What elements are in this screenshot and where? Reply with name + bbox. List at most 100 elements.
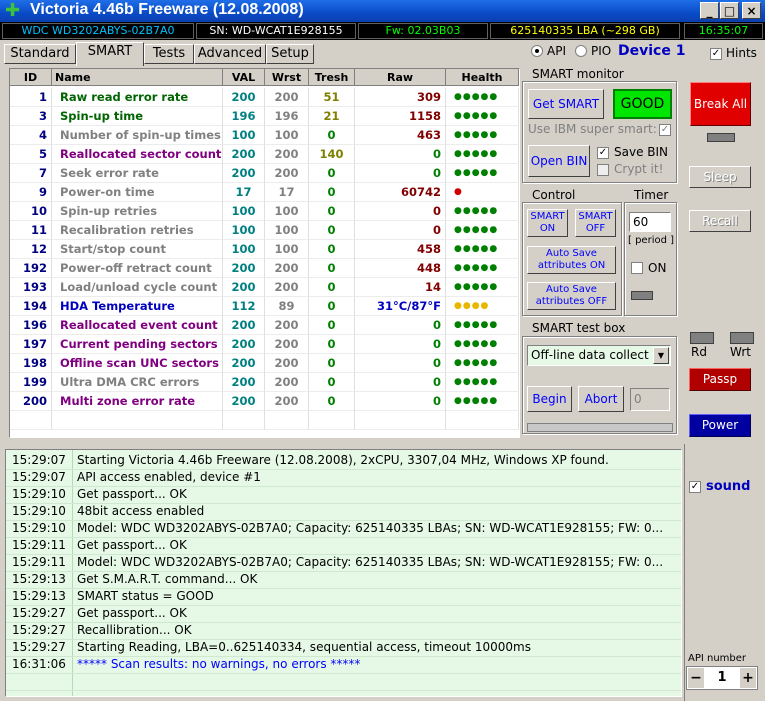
log-message: Get passport... OK: [77, 606, 187, 620]
table-row[interactable]: 199 Ultra DMA CRC errors 200 200 0 0 ●●●●●: [10, 373, 519, 392]
cell-wrst: 200: [265, 354, 309, 373]
close-button[interactable]: ×: [742, 2, 761, 19]
chevron-down-icon[interactable]: ▼: [653, 347, 669, 364]
table-row[interactable]: 1 Raw read error rate 200 200 51 309 ●●●●●: [10, 88, 519, 107]
begin-button[interactable]: Begin: [527, 386, 572, 412]
tab-smart[interactable]: SMART: [76, 42, 144, 66]
col-header-tresh[interactable]: Tresh: [309, 69, 355, 86]
cell-val: 100: [223, 202, 265, 221]
cell-id: 4: [10, 126, 52, 145]
drive-info-bar: WDC WD3202ABYS-02B7A0 SN: WD-WCAT1E92815…: [0, 22, 765, 40]
table-row[interactable]: 200 Multi zone error rate 200 200 0 0 ●●●●●: [10, 392, 519, 411]
log-message: SMART status = GOOD: [77, 589, 214, 603]
table-row[interactable]: 11 Recalibration retries 100 100 0 0 ●●●●●: [10, 221, 519, 240]
log-message: Get passport... OK: [77, 538, 187, 552]
cell-val: 100: [223, 126, 265, 145]
cell-id: 193: [10, 278, 52, 297]
cell-val: 196: [223, 107, 265, 126]
cell-health: ●●●●●: [446, 107, 519, 126]
tab-standard[interactable]: Standard: [4, 44, 76, 64]
table-row[interactable]: 5 Reallocated sector count 200 200 140 0 ●●●●●: [10, 145, 519, 164]
crypt-checkbox[interactable]: [597, 164, 609, 176]
table-row[interactable]: 3 Spin-up time 196 196 21 1158 ●●●●●: [10, 107, 519, 126]
hints-checkbox[interactable]: ✓: [710, 48, 722, 60]
title-bar[interactable]: ✚ Victoria 4.46b Freeware (12.08.2008) _…: [0, 0, 765, 22]
table-row[interactable]: 10 Spin-up retries 100 100 0 0 ●●●●●: [10, 202, 519, 221]
cell-health: ●●●●●: [446, 335, 519, 354]
cell-health: ●●●●●: [446, 221, 519, 240]
passp-button[interactable]: Passp: [689, 368, 751, 391]
cell-health: ●●●●●: [446, 373, 519, 392]
cell-wrst: 200: [265, 373, 309, 392]
autosave-on-button[interactable]: Auto Save attributes ON: [527, 246, 616, 274]
table-row[interactable]: 197 Current pending sectors 200 200 0 0 ●●●●●: [10, 335, 519, 354]
cell-health: ●●●●●: [446, 145, 519, 164]
increment-button[interactable]: +: [740, 668, 756, 688]
table-row[interactable]: 12 Start/stop count 100 100 0 458 ●●●●●: [10, 240, 519, 259]
device-label: Device 1: [618, 43, 686, 59]
timer-on-checkbox[interactable]: [631, 262, 643, 274]
table-row[interactable]: 196 Reallocated event count 200 200 0 0 ●●●●●: [10, 316, 519, 335]
smart-on-button[interactable]: SMART ON: [527, 209, 568, 237]
cell-name: Power-on time: [52, 183, 223, 202]
minimize-button[interactable]: _: [700, 2, 719, 19]
table-row[interactable]: 194 HDA Temperature 112 89 0 31°C/87°F ●●●●: [10, 297, 519, 316]
col-header-val[interactable]: VAL: [223, 69, 265, 86]
api-radio[interactable]: [531, 45, 543, 57]
decrement-button[interactable]: −: [688, 668, 704, 688]
cell-empty: [10, 411, 52, 430]
abort-button[interactable]: Abort: [578, 386, 624, 412]
log-entry: 16:31:06 ***** Scan results: no warnings,…: [6, 656, 681, 674]
col-header-raw[interactable]: Raw: [355, 69, 446, 86]
autosave-off-button[interactable]: Auto Save attributes OFF: [527, 282, 616, 310]
ibm-super-smart-checkbox[interactable]: ✓: [659, 124, 671, 136]
cell-name: Offline scan UNC sectors: [52, 354, 223, 373]
pio-radio[interactable]: [575, 45, 587, 57]
cell-id: 197: [10, 335, 52, 354]
cell-wrst: 196: [265, 107, 309, 126]
cell-raw: 14: [355, 278, 446, 297]
table-row[interactable]: 198 Offline scan UNC sectors 200 200 0 0 ●●●●●: [10, 354, 519, 373]
get-smart-button[interactable]: Get SMART: [528, 89, 604, 119]
test-type-select[interactable]: Off-line data collect ▼: [527, 345, 671, 366]
cell-wrst: 89: [265, 297, 309, 316]
sound-checkbox[interactable]: ✓: [689, 481, 701, 493]
col-header-wrst[interactable]: Wrst: [265, 69, 309, 86]
power-button[interactable]: Power: [689, 414, 751, 437]
save-bin-checkbox[interactable]: ✓: [597, 147, 609, 159]
log-time: 15:29:07: [12, 453, 66, 467]
log-time: 15:29:27: [12, 623, 66, 637]
sleep-button[interactable]: Sleep: [689, 166, 751, 188]
api-number-value[interactable]: 1: [705, 667, 739, 689]
log-message: 48bit access enabled: [77, 504, 205, 518]
log-message: Get S.M.A.R.T. command... OK: [77, 572, 258, 586]
smart-off-button[interactable]: SMART OFF: [575, 209, 616, 237]
cell-name: Current pending sectors: [52, 335, 223, 354]
log-panel[interactable]: 15:29:07 Starting Victoria 4.46b Freeware…: [5, 449, 682, 697]
tab-tests[interactable]: Tests: [144, 44, 194, 64]
col-header-name[interactable]: Name: [52, 69, 223, 86]
smart-status-indicator: GOOD: [613, 89, 672, 119]
break-led-icon: [707, 133, 735, 142]
tab-setup[interactable]: Setup: [266, 44, 314, 64]
cell-health: ●●●●●: [446, 88, 519, 107]
cell-tresh: 0: [309, 373, 355, 392]
table-row[interactable]: 7 Seek error rate 200 200 0 0 ●●●●●: [10, 164, 519, 183]
table-row[interactable]: 4 Number of spin-up times 100 100 0 463 ●●●●●: [10, 126, 519, 145]
recall-button[interactable]: Recall: [689, 210, 751, 232]
cell-tresh: 0: [309, 335, 355, 354]
cell-id: 10: [10, 202, 52, 221]
col-header-id[interactable]: ID: [10, 69, 52, 86]
timer-input[interactable]: 60: [629, 212, 671, 232]
test-progress-value[interactable]: 0: [630, 388, 670, 411]
tab-advanced[interactable]: Advanced: [194, 44, 266, 64]
maximize-button[interactable]: □: [720, 2, 739, 19]
table-row[interactable]: 193 Load/unload cycle count 200 200 0 14 ●●●●●: [10, 278, 519, 297]
log-time: 15:29:07: [12, 470, 66, 484]
table-row[interactable]: 192 Power-off retract count 200 200 0 448 ●●●●…: [10, 259, 519, 278]
log-entry: 15:29:11 Get passport... OK: [6, 537, 681, 555]
table-row[interactable]: 9 Power-on time 17 17 0 60742 ●: [10, 183, 519, 202]
open-bin-button[interactable]: Open BIN: [528, 145, 590, 177]
break-all-button[interactable]: Break All: [690, 82, 751, 126]
col-header-health[interactable]: Health: [446, 69, 519, 86]
